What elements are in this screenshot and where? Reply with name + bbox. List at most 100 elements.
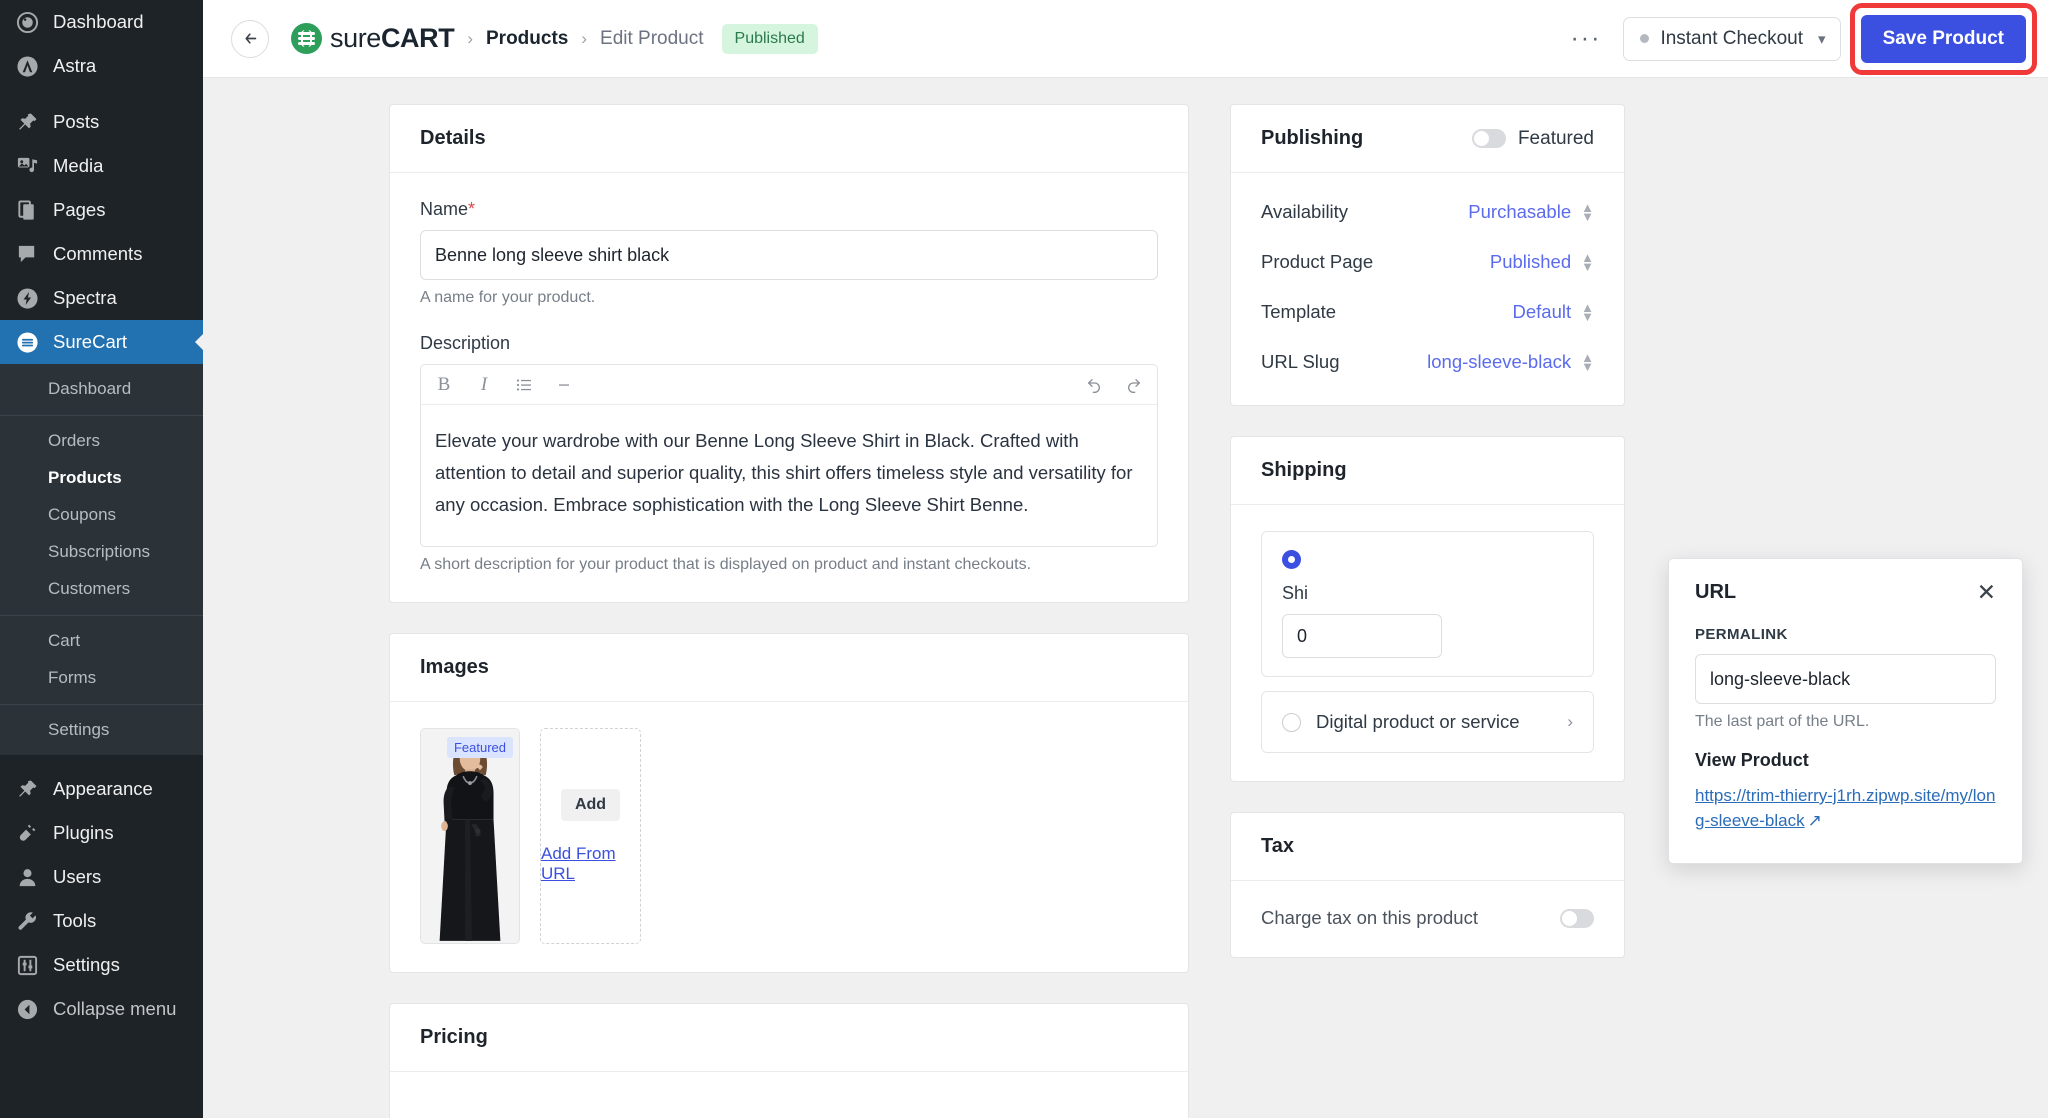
permalink-input[interactable]	[1695, 654, 1996, 704]
sidebar-item-plugins[interactable]: Plugins	[0, 811, 203, 855]
featured-toggle-label: Featured	[1517, 127, 1594, 149]
row-key: Template	[1261, 301, 1337, 322]
publishing-row-url-slug: URL Slug long-sleeve-black ▲ ▼	[1261, 337, 1594, 387]
bullet-list-icon[interactable]	[515, 376, 533, 394]
add-from-url-link[interactable]: Add From URL	[541, 844, 640, 884]
instant-checkout-select[interactable]: Instant Checkout ▾	[1623, 16, 1841, 61]
publishing-row-availability: Availability Purchasable ▲ ▼	[1261, 187, 1594, 237]
publishing-row-product-page: Product Page Published ▲ ▼	[1261, 237, 1594, 287]
images-card: Images Featured Add Add From URL	[389, 633, 1189, 974]
external-link-icon: ↗	[1807, 810, 1822, 830]
submenu-item-products[interactable]: Products	[0, 460, 203, 497]
arrow-left-icon	[244, 33, 256, 44]
add-image-dropzone[interactable]: Add Add From URL	[540, 728, 641, 945]
row-value: Purchasable	[1468, 201, 1572, 222]
charge-tax-row: Charge tax on this product	[1261, 907, 1594, 929]
sidebar-item-label: Pages	[53, 198, 106, 220]
stepper-icon: ▲ ▼	[1581, 350, 1594, 374]
sidebar-item-label: SureCart	[53, 330, 128, 352]
description-text[interactable]: Elevate your wardrobe with our Benne Lon…	[421, 405, 1157, 546]
undo-icon[interactable]	[1085, 376, 1103, 394]
submenu-item-subscriptions[interactable]: Subscriptions	[0, 534, 203, 571]
sidebar-item-label: Collapse menu	[53, 998, 177, 1020]
submenu-item-settings[interactable]: Settings	[0, 712, 203, 749]
featured-toggle-wrap[interactable]: Featured	[1471, 127, 1594, 150]
physical-product-option[interactable]: Shi	[1261, 531, 1594, 677]
submenu-item-orders[interactable]: Orders	[0, 423, 203, 460]
status-dot-icon	[1640, 34, 1650, 43]
submenu-item-dashboard[interactable]: Dashboard	[0, 371, 203, 408]
submenu-item-coupons[interactable]: Coupons	[0, 497, 203, 534]
sidebar-item-label: Astra	[53, 54, 97, 76]
name-field-help: A name for your product.	[420, 289, 596, 306]
url-slug-select[interactable]: long-sleeve-black ▲ ▼	[1427, 351, 1594, 373]
template-select[interactable]: Default ▲ ▼	[1513, 301, 1595, 323]
dashboard-icon	[14, 9, 40, 35]
sidebar-item-posts[interactable]: Posts	[0, 100, 203, 144]
digital-product-option[interactable]: Digital product or service ›	[1261, 691, 1594, 753]
description-field-help: A short description for your product tha…	[420, 556, 1032, 574]
sidebar-item-pages[interactable]: Pages	[0, 188, 203, 232]
sidebar-item-media[interactable]: Media	[0, 144, 203, 188]
instant-checkout-label: Instant Checkout	[1660, 27, 1804, 49]
sidebar-item-label: Spectra	[53, 286, 117, 308]
featured-badge: Featured	[446, 737, 513, 759]
sidebar-item-comments[interactable]: Comments	[0, 232, 203, 276]
close-icon[interactable]: ✕	[1977, 581, 1996, 604]
comment-icon	[14, 241, 40, 267]
plug-icon	[14, 820, 40, 846]
add-image-button[interactable]: Add	[560, 788, 621, 821]
shipping-weight-input[interactable]	[1282, 614, 1442, 658]
breadcrumb-separator: ›	[467, 28, 473, 48]
sidebar-item-spectra[interactable]: Spectra	[0, 276, 203, 320]
description-editor: B I Elevate your wardrobe with our Benne…	[420, 364, 1158, 548]
pin-icon	[14, 109, 40, 135]
sidebar-item-label: Plugins	[53, 822, 114, 844]
submenu-divider	[0, 414, 203, 416]
sliders-icon	[14, 952, 40, 978]
sidebar-item-label: Posts	[53, 110, 100, 132]
editor-history-actions	[1085, 376, 1143, 394]
submenu-item-forms[interactable]: Forms	[0, 660, 203, 697]
view-product-label: View Product	[1695, 750, 1809, 770]
submenu-divider	[0, 703, 203, 705]
sidebar-item-label: Settings	[53, 954, 120, 976]
sidebar-item-collapse-menu[interactable]: Collapse menu	[0, 987, 203, 1031]
sidebar-item-astra[interactable]: Astra	[0, 44, 203, 88]
sidebar-item-users[interactable]: Users	[0, 855, 203, 899]
product-image-thumbnail[interactable]: Featured	[420, 728, 520, 945]
sidebar-divider	[0, 88, 203, 100]
sidebar-item-tools[interactable]: Tools	[0, 899, 203, 943]
sidebar-item-dashboard[interactable]: Dashboard	[0, 0, 203, 44]
product-page-select[interactable]: Published ▲ ▼	[1490, 251, 1594, 273]
back-button[interactable]	[231, 19, 269, 58]
images-card-title: Images	[390, 634, 1188, 703]
italic-icon[interactable]: I	[475, 375, 493, 394]
availability-select[interactable]: Purchasable ▲ ▼	[1468, 201, 1594, 223]
chevron-right-icon: ›	[1567, 712, 1573, 731]
name-input[interactable]	[420, 230, 1158, 280]
charge-tax-toggle[interactable]	[1560, 908, 1594, 928]
wrench-icon	[14, 908, 40, 934]
sidebar-item-settings[interactable]: Settings	[0, 943, 203, 987]
sidebar-item-appearance[interactable]: Appearance	[0, 767, 203, 811]
submenu-item-cart[interactable]: Cart	[0, 623, 203, 660]
save-product-button[interactable]: Save Product	[1860, 14, 2026, 63]
app-header: sureCART › Products › Edit Product Publi…	[203, 0, 2048, 78]
ellipsis-icon[interactable]: ···	[1554, 26, 1617, 50]
redo-icon[interactable]	[1125, 376, 1143, 394]
product-url-link[interactable]: https://trim-thierry-j1rh.zipwp.site/my/…	[1695, 784, 1996, 833]
radio-unselected-icon[interactable]	[1282, 712, 1301, 732]
breadcrumb-products[interactable]: Products	[486, 28, 568, 50]
bold-icon[interactable]: B	[435, 375, 453, 394]
horizontal-rule-icon[interactable]	[555, 376, 573, 394]
radio-selected-icon[interactable]	[1282, 550, 1301, 569]
featured-toggle[interactable]	[1471, 129, 1506, 148]
surecart-mark-icon	[291, 23, 322, 54]
brand-wordmark: sureCART	[330, 23, 455, 53]
surecart-icon	[14, 329, 40, 355]
surecart-logo[interactable]: sureCART	[291, 23, 455, 54]
row-key: Product Page	[1261, 251, 1374, 272]
submenu-item-customers[interactable]: Customers	[0, 571, 203, 608]
sidebar-item-surecart[interactable]: SureCart	[0, 320, 203, 364]
